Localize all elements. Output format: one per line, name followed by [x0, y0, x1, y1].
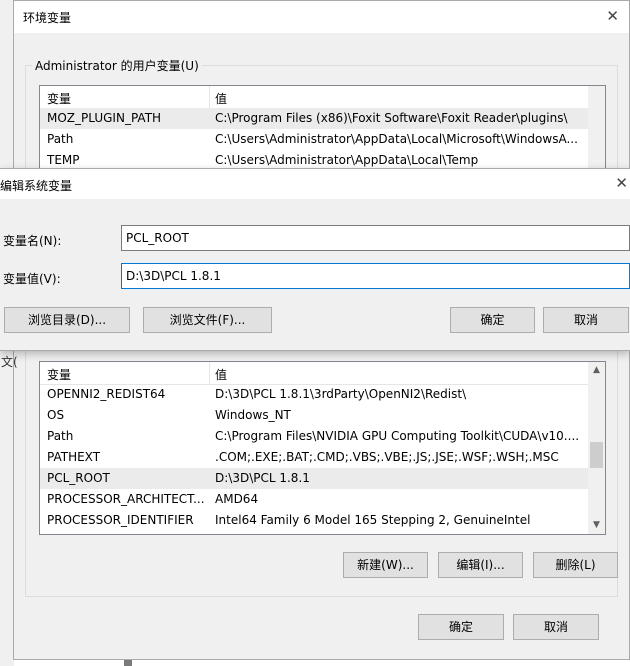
variable-name-cell: PCL_ROOT [47, 471, 110, 485]
column-header-value[interactable]: 值 [215, 90, 227, 107]
variable-name-input[interactable]: PCL_ROOT [121, 225, 630, 251]
variable-name-cell: PATHEXT [47, 450, 101, 464]
env-ok-button[interactable]: 确定 [418, 614, 504, 640]
vertical-scrollbar[interactable]: ▲ ▼ [588, 362, 605, 534]
user-variables-group: Administrator 的用户变量(U) 变量 值 MOZ_PLUGIN_P… [25, 57, 618, 185]
edit-button[interactable]: 编辑(I)... [438, 552, 523, 578]
table-row[interactable]: OPENNI2_REDIST64 D:\3D\PCL 1.8.1\3rdParty… [40, 384, 588, 405]
table-row[interactable]: Path C:\Users\Administrator\AppData\Local… [40, 129, 588, 150]
system-variables-list[interactable]: 变量 值 OPENNI2_REDIST64 D:\3D\PCL 1.8.1\3rd… [39, 361, 606, 535]
variable-name-cell: OS [47, 408, 65, 422]
title-bar: 编辑系统变量 ✕ [0, 169, 630, 199]
table-row[interactable]: MOZ_PLUGIN_PATH C:\Program Files (x86)\Fo… [40, 108, 588, 129]
variable-name-cell: OPENNI2_REDIST64 [47, 387, 166, 401]
table-row[interactable]: Path C:\Program Files\NVIDIA GPU Computin… [40, 426, 588, 447]
table-row[interactable]: PCL_ROOT D:\3D\PCL 1.8.1 [40, 468, 588, 489]
env-cancel-button[interactable]: 取消 [513, 614, 599, 640]
variable-name-cell: Path [47, 132, 74, 146]
variable-value-cell: C:\Users\Administrator\AppData\Local\Mic… [215, 132, 578, 146]
column-header-value[interactable]: 值 [215, 366, 227, 383]
variable-value-cell: C:\Program Files\NVIDIA GPU Computing To… [215, 429, 580, 443]
variable-name-cell: PROCESSOR_IDENTIFIER [47, 513, 194, 527]
variable-value-cell: Intel64 Family 6 Model 165 Stepping 2, G… [215, 513, 531, 527]
list-header: 变量 值 [40, 362, 588, 385]
variable-value-cell: D:\3D\PCL 1.8.1 [215, 471, 310, 485]
variable-value-input[interactable]: D:\3D\PCL 1.8.1 [121, 263, 630, 289]
delete-button[interactable]: 删除(L) [533, 552, 618, 578]
table-row[interactable]: PATHEXT .COM;.EXE;.BAT;.CMD;.VBS;.VBE;.JS… [40, 447, 588, 468]
variable-name-label: 变量名(N): [3, 234, 62, 248]
table-row[interactable]: PROCESSOR_IDENTIFIER Intel64 Family 6 Mod… [40, 510, 588, 531]
column-header-name[interactable]: 变量 [47, 90, 71, 107]
variable-value-cell: D:\3D\PCL 1.8.1\3rdParty\OpenNI2\Redist\ [215, 387, 467, 401]
window-title: 环境变量 [23, 11, 72, 25]
title-bar: 环境变量 ✕ [14, 1, 629, 33]
edit-system-variable-dialog: 编辑系统变量 ✕ 变量名(N): PCL_ROOT 变量值(V): D:\3D\… [0, 168, 630, 351]
chevron-down-icon[interactable]: ▼ [588, 517, 605, 534]
variable-name-cell: PROCESSOR_ARCHITECT... [47, 492, 205, 506]
chevron-up-icon[interactable]: ▲ [588, 362, 605, 379]
variable-value-label: 变量值(V): [3, 272, 61, 286]
variable-name-cell: TEMP [47, 153, 80, 167]
column-divider[interactable] [209, 86, 210, 108]
browse-directory-button[interactable]: 浏览目录(D)... [4, 307, 130, 333]
close-icon[interactable]: ✕ [615, 174, 628, 192]
table-row[interactable]: OS Windows_NT [40, 405, 588, 426]
variable-value-cell: .COM;.EXE;.BAT;.CMD;.VBS;.VBE;.JS;.JSE;.… [215, 450, 559, 464]
edit-ok-button[interactable]: 确定 [450, 307, 535, 333]
list-header: 变量 值 [40, 86, 588, 109]
scrollbar-thumb[interactable] [590, 442, 603, 468]
column-divider[interactable] [209, 362, 210, 384]
variable-value-cell: AMD64 [215, 492, 259, 506]
column-header-name[interactable]: 变量 [47, 366, 71, 383]
new-button[interactable]: 新建(W)... [343, 552, 428, 578]
close-icon[interactable]: ✕ [606, 7, 619, 25]
variable-value-cell: C:\Users\Administrator\AppData\Local\Tem… [215, 153, 479, 167]
browse-file-button[interactable]: 浏览文件(F)... [143, 307, 272, 333]
edit-cancel-button[interactable]: 取消 [543, 307, 629, 333]
partial-label-text: 文( [1, 355, 18, 369]
user-variables-label: Administrator 的用户变量(U) [32, 57, 202, 74]
variable-value-cell: C:\Program Files (x86)\Foxit Software\Fo… [215, 111, 568, 125]
variable-name-cell: MOZ_PLUGIN_PATH [47, 111, 162, 125]
dialog-title: 编辑系统变量 [0, 179, 73, 193]
variable-value-cell: Windows_NT [215, 408, 291, 422]
table-row[interactable]: PROCESSOR_ARCHITECT... AMD64 [40, 489, 588, 510]
variable-name-cell: Path [47, 429, 74, 443]
system-variables-group: 变量 值 OPENNI2_REDIST64 D:\3D\PCL 1.8.1\3rd… [25, 341, 618, 597]
